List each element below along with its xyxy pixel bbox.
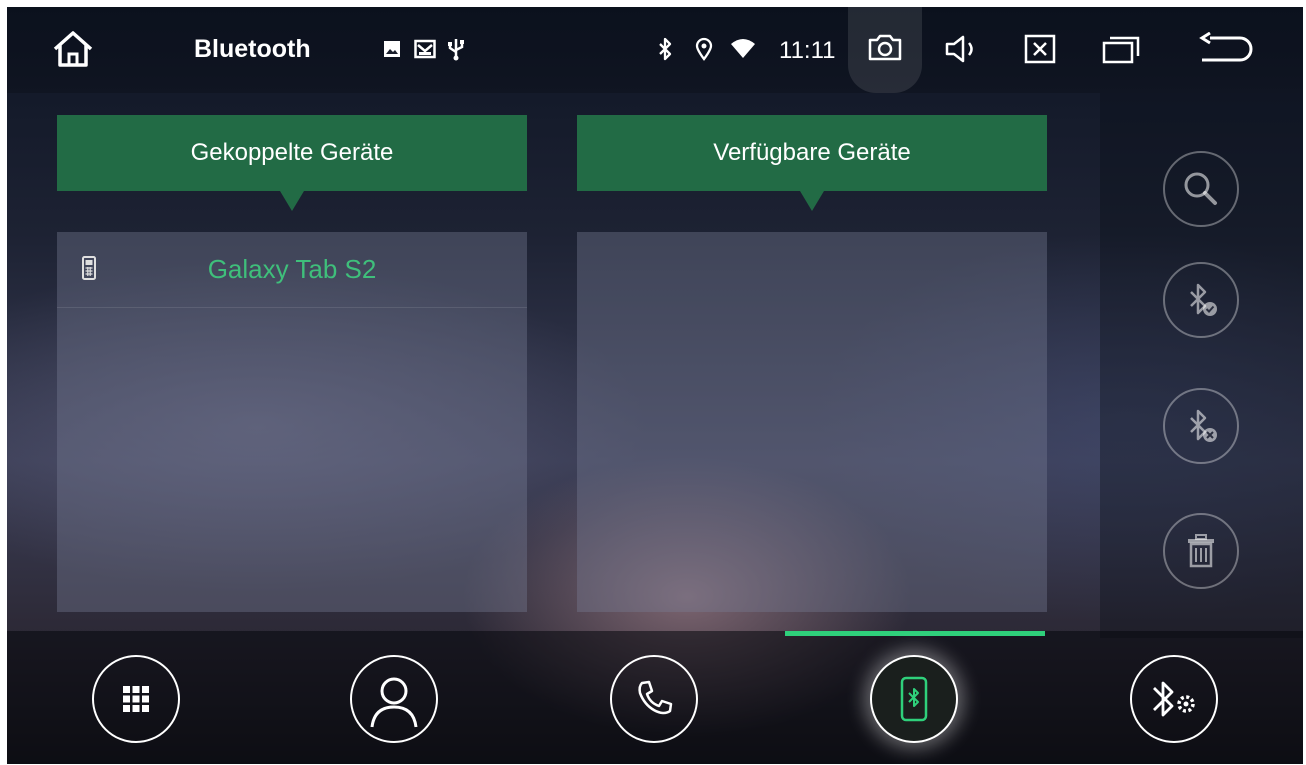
available-devices-header: Verfügbare Geräte: [713, 139, 910, 167]
active-tab-indicator: [785, 631, 1045, 636]
location-icon: [695, 37, 713, 61]
delete-device-button[interactable]: [1163, 513, 1239, 589]
nav-call-button[interactable]: [610, 655, 698, 743]
device-name: Galaxy Tab S2: [57, 254, 527, 285]
nav-dialpad-button[interactable]: [92, 655, 180, 743]
bluetooth-status: [655, 29, 675, 69]
mail-icon: [414, 39, 436, 59]
list-item[interactable]: Galaxy Tab S2: [57, 232, 527, 308]
back-icon: [1196, 32, 1256, 66]
header-pointer: [280, 191, 304, 211]
volume-icon: [944, 34, 982, 64]
nav-contacts-button[interactable]: [350, 655, 438, 743]
usb-notification: [445, 36, 467, 62]
bluetooth-disconnect-icon: [1179, 404, 1223, 448]
close-box-icon: [1024, 34, 1056, 64]
back-button[interactable]: [1193, 29, 1259, 69]
bluetooth-icon: [657, 37, 673, 61]
recent-apps-icon: [1101, 34, 1141, 64]
bluetooth-settings-icon: [1146, 674, 1202, 724]
location-status: [693, 29, 715, 69]
contacts-icon: [364, 667, 424, 731]
close-app-button[interactable]: [1019, 29, 1061, 69]
usb-icon: [448, 37, 464, 61]
tab-available-devices[interactable]: Verfügbare Geräte: [577, 115, 1047, 191]
image-notification: [380, 36, 404, 62]
wifi-status: [728, 29, 758, 69]
image-icon: [383, 40, 401, 58]
home-button[interactable]: [49, 25, 97, 73]
wifi-icon: [730, 38, 756, 60]
paired-devices-header: Gekoppelte Geräte: [191, 139, 394, 167]
screen: Bluetooth: [7, 7, 1303, 764]
bluetooth-connect-icon: [1179, 278, 1223, 322]
camera-icon: [867, 32, 903, 62]
paired-devices-list[interactable]: Galaxy Tab S2: [57, 232, 527, 612]
header-pointer: [800, 191, 824, 211]
trash-icon: [1179, 529, 1223, 573]
app-title: Bluetooth: [194, 35, 311, 64]
mail-notification: [412, 36, 438, 62]
clock: 11:11: [779, 37, 836, 65]
recent-apps-button[interactable]: [1097, 29, 1145, 69]
tab-paired-devices[interactable]: Gekoppelte Geräte: [57, 115, 527, 191]
home-icon: [51, 29, 95, 69]
volume-button[interactable]: [941, 29, 985, 69]
nav-bluetooth-settings-button[interactable]: [1130, 655, 1218, 743]
nav-bluetooth-devices-button[interactable]: [870, 655, 958, 743]
connect-device-button[interactable]: [1163, 262, 1239, 338]
disconnect-device-button[interactable]: [1163, 388, 1239, 464]
status-bar: Bluetooth: [7, 7, 1303, 93]
bluetooth-device-icon: [896, 676, 932, 722]
dialpad-icon: [121, 684, 151, 714]
search-icon: [1179, 167, 1223, 211]
screenshot-button[interactable]: [848, 7, 922, 93]
available-devices-list[interactable]: [577, 232, 1047, 612]
phone-call-icon: [632, 677, 676, 721]
search-devices-button[interactable]: [1163, 151, 1239, 227]
